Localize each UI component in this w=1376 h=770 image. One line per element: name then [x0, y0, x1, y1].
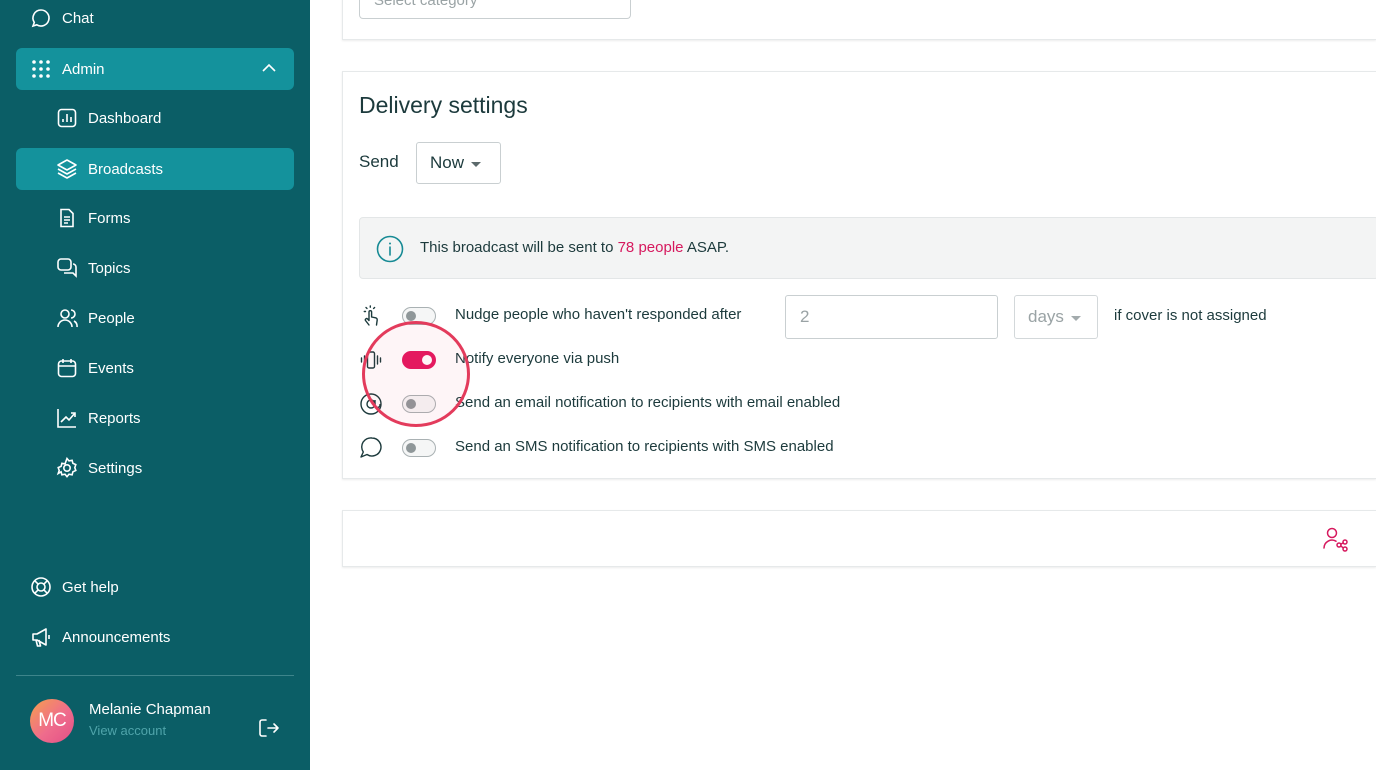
info-banner: This broadcast will be sent to 78 people… [359, 217, 1376, 279]
sidebar-item-reports[interactable]: Reports [16, 397, 294, 439]
sidebar-item-label: Forms [88, 209, 131, 227]
sidebar-item-get-help[interactable]: Get help [16, 566, 294, 608]
info-icon [376, 235, 404, 268]
sidebar-item-label: Dashboard [88, 109, 162, 127]
topics-icon [56, 257, 78, 279]
sidebar-item-label: Chat [62, 9, 94, 27]
caret-down-icon [471, 161, 482, 167]
sidebar-item-announcements[interactable]: Announcements [16, 616, 294, 658]
sidebar-item-settings[interactable]: Settings [16, 447, 294, 489]
toggle-knob [406, 311, 416, 321]
option-label: Send an email notification to recipients… [455, 394, 841, 411]
user-profile: MC Melanie Chapman View account [30, 699, 290, 747]
send-timing-select[interactable]: Now [416, 142, 501, 184]
logout-icon[interactable] [258, 717, 280, 744]
sidebar-item-label: Reports [88, 409, 141, 427]
option-label: Send an SMS notification to recipients w… [455, 438, 834, 455]
sidebar-item-label: Announcements [62, 628, 171, 646]
sidebar-item-events[interactable]: Events [16, 347, 294, 389]
chevron-up-icon [260, 59, 278, 81]
sidebar-item-chat[interactable]: Chat [16, 0, 294, 39]
sidebar-item-dashboard[interactable]: Dashboard [16, 97, 294, 139]
nudge-unit-select[interactable]: days [1014, 295, 1098, 339]
sidebar-divider [16, 675, 294, 676]
caret-down-icon [1070, 315, 1081, 321]
reports-icon [56, 407, 78, 429]
sms-toggle[interactable] [402, 439, 436, 457]
nudge-suffix: if cover is not assigned [1114, 307, 1267, 324]
nudge-delay-input[interactable]: 2 [785, 295, 998, 339]
sidebar-item-people[interactable]: People [16, 297, 294, 339]
lifebuoy-icon [30, 576, 52, 598]
category-select[interactable]: Select category [359, 0, 631, 19]
dashboard-icon [56, 107, 78, 129]
share-people-icon[interactable] [1321, 525, 1349, 558]
sms-icon [359, 436, 383, 460]
form-icon [56, 207, 78, 229]
sidebar-item-broadcasts[interactable]: Broadcasts [16, 148, 294, 190]
chat-icon [30, 7, 52, 29]
nudge-unit-value: days [1028, 307, 1064, 326]
sidebar-item-topics[interactable]: Topics [16, 247, 294, 289]
tap-icon [359, 304, 383, 328]
category-card: Select category [342, 0, 1376, 40]
option-row-email: Send an email notification to recipients… [359, 388, 1359, 418]
view-account-link[interactable]: View account [89, 723, 166, 738]
section-title: Delivery settings [359, 92, 528, 118]
sidebar: Chat Admin Dashboard Broadcasts Forms To… [0, 0, 310, 770]
option-label: Notify everyone via push [455, 350, 620, 367]
sidebar-item-forms[interactable]: Forms [16, 197, 294, 239]
layers-icon [56, 158, 78, 180]
footer-card [342, 510, 1376, 567]
sidebar-item-label: Broadcasts [88, 160, 164, 178]
recipient-count[interactable]: 78 people [618, 239, 684, 256]
option-label: Nudge people who haven't responded after [455, 306, 742, 323]
gear-icon [56, 457, 78, 479]
avatar[interactable]: MC [30, 699, 74, 743]
grid-icon [30, 58, 52, 80]
sidebar-item-label: Admin [62, 60, 105, 78]
sidebar-item-label: People [88, 309, 135, 327]
user-name: Melanie Chapman [89, 701, 211, 718]
option-row-push: Notify everyone via push [359, 344, 1359, 374]
sidebar-item-label: Get help [62, 578, 119, 596]
sidebar-item-label: Events [88, 359, 134, 377]
option-row-sms: Send an SMS notification to recipients w… [359, 432, 1359, 462]
highlight-circle [362, 321, 470, 427]
toggle-knob [406, 443, 416, 453]
sidebar-item-admin[interactable]: Admin [16, 48, 294, 90]
sidebar-item-label: Topics [88, 259, 131, 277]
send-timing-value: Now [430, 153, 465, 172]
delivery-settings-card: Delivery settings Send Now This broadcas… [342, 71, 1376, 479]
info-text: This broadcast will be sent to 78 people… [420, 239, 730, 256]
people-icon [56, 307, 78, 329]
sidebar-item-label: Settings [88, 459, 143, 477]
send-label: Send [359, 152, 399, 171]
calendar-icon [56, 357, 78, 379]
megaphone-icon [30, 626, 52, 648]
